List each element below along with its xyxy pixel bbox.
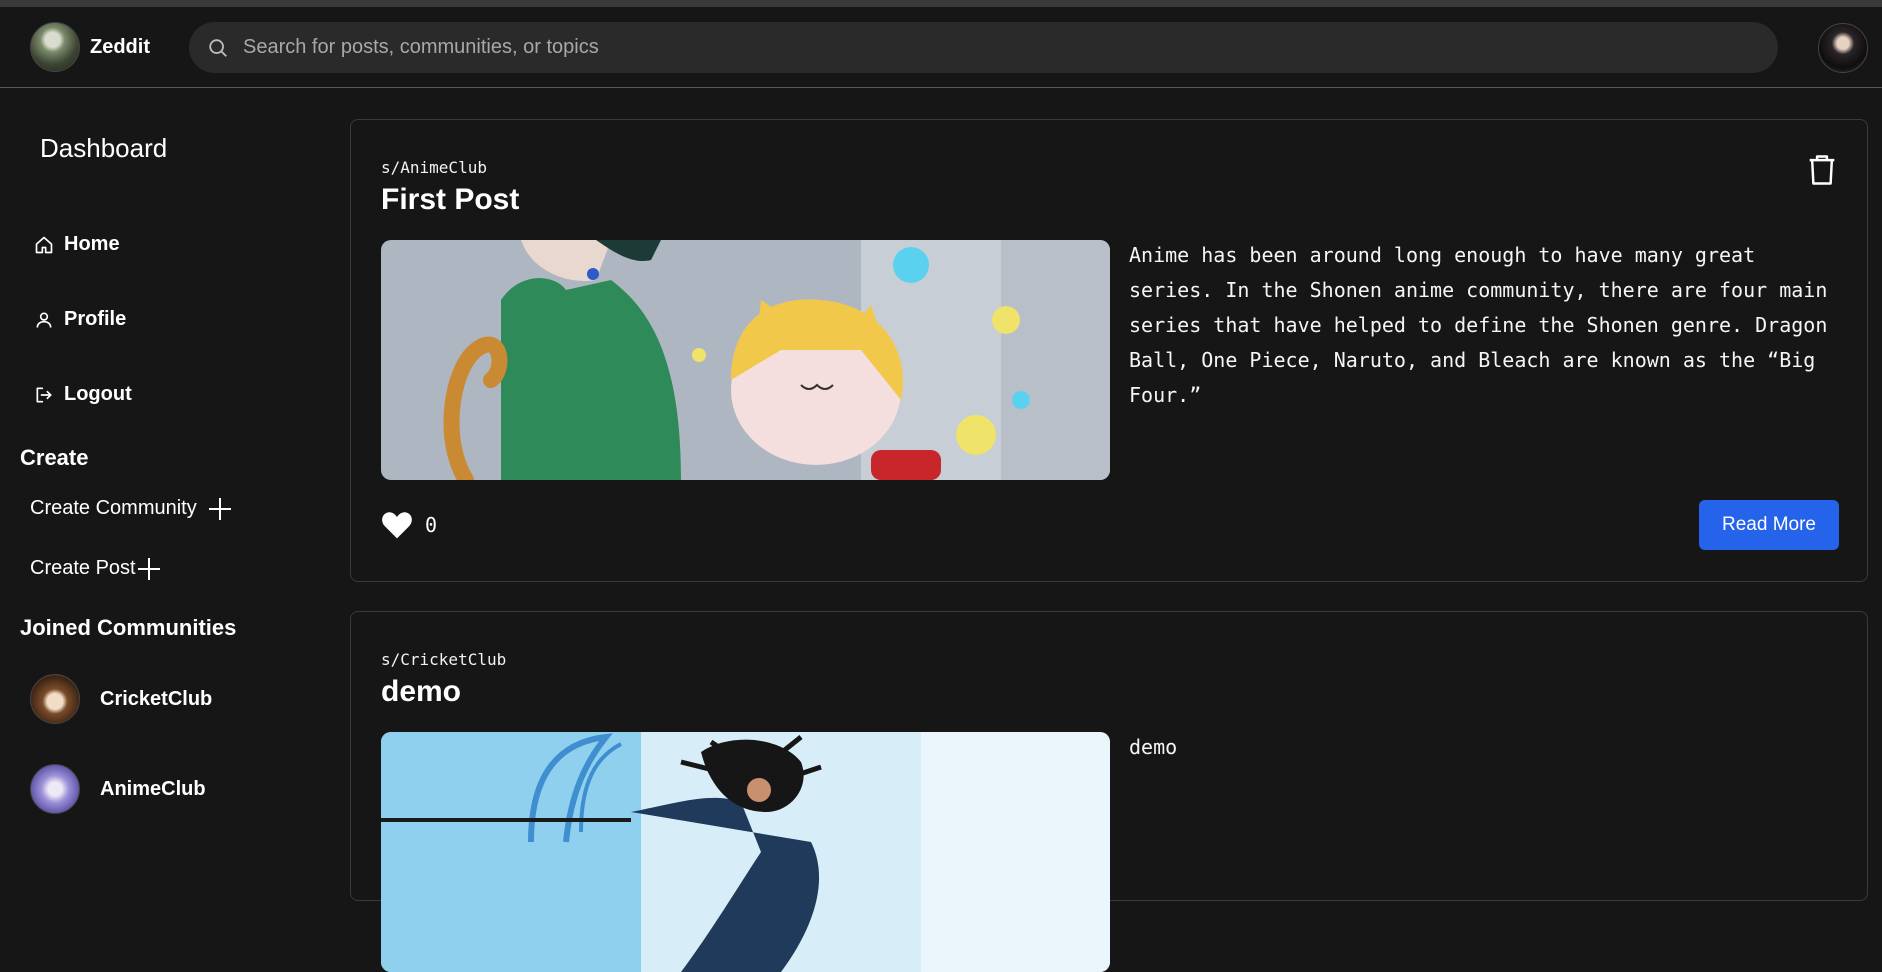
- post-body: demo: [1129, 735, 1178, 759]
- heart-icon[interactable]: [381, 510, 413, 540]
- post-body: Anime has been around long enough to hav…: [1129, 243, 1828, 407]
- sidebar-item-label: Logout: [64, 383, 132, 405]
- post-image[interactable]: [381, 732, 1110, 972]
- search-input[interactable]: [243, 32, 1743, 63]
- plus-icon: [208, 497, 231, 520]
- post-community-link[interactable]: s/CricketClub: [381, 650, 506, 669]
- sidebar-item-label: Profile: [64, 308, 127, 330]
- samurai-illustration: [381, 732, 1110, 972]
- community-avatar: [30, 674, 80, 724]
- community-item-animeclub[interactable]: AnimeClub: [30, 764, 206, 814]
- sidebar-item-label: Home: [64, 233, 120, 255]
- post-card: s/CricketClub demo demo: [350, 611, 1868, 972]
- community-avatar: [30, 764, 80, 814]
- sidebar-title: Dashboard: [40, 133, 168, 163]
- sidebar-item-home[interactable]: Home: [34, 233, 120, 256]
- post-image[interactable]: [381, 240, 1110, 480]
- user-avatar[interactable]: [1818, 23, 1868, 73]
- sidebar-item-profile[interactable]: Profile: [34, 308, 126, 331]
- window-top-strip: [0, 0, 1882, 7]
- like-count: 0: [425, 513, 438, 537]
- brand-logo: [30, 22, 80, 72]
- create-section-title: Create: [20, 445, 89, 470]
- sidebar: Dashboard Home Profile Logout Create Cre…: [0, 89, 340, 884]
- user-icon: [36, 312, 52, 328]
- sidebar-item-logout[interactable]: Logout: [34, 383, 132, 406]
- brand[interactable]: Zeddit: [30, 22, 150, 72]
- read-more-button[interactable]: Read More: [1699, 500, 1839, 550]
- search-icon: [209, 38, 227, 57]
- post-community-link[interactable]: s/AnimeClub: [381, 158, 487, 177]
- create-community-button[interactable]: Create Community: [30, 497, 231, 520]
- like-control[interactable]: 0: [381, 510, 437, 540]
- post-card: s/AnimeClub First Post Anime has been ar…: [350, 119, 1868, 582]
- community-name: AnimeClub: [100, 777, 206, 800]
- logout-icon: [36, 387, 52, 402]
- trash-icon[interactable]: [1807, 154, 1837, 186]
- create-community-label: Create Community: [30, 497, 197, 519]
- create-post-label: Create Post: [30, 557, 136, 579]
- top-bar: Zeddit: [0, 7, 1882, 88]
- community-name: CricketClub: [100, 687, 213, 710]
- community-item-cricketclub[interactable]: CricketClub: [30, 674, 212, 724]
- post-title[interactable]: demo: [381, 675, 461, 709]
- brand-name: Zeddit: [90, 35, 150, 58]
- home-icon: [35, 236, 53, 253]
- create-post-button[interactable]: Create Post: [30, 557, 160, 580]
- joined-communities-title: Joined Communities: [20, 615, 237, 640]
- search-bar: [189, 22, 1778, 73]
- anime-illustration: [381, 240, 1110, 480]
- plus-icon: [137, 557, 160, 580]
- post-title[interactable]: First Post: [381, 183, 519, 217]
